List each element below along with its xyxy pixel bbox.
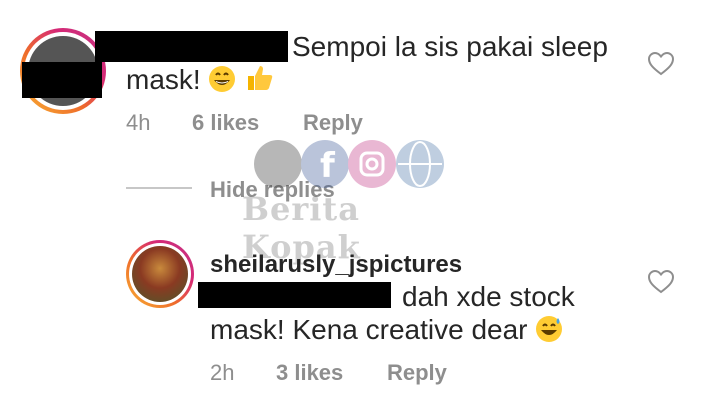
thumbs-up-emoji-icon — [244, 63, 274, 93]
redacted-avatar-bar — [22, 62, 102, 98]
reply-time: 2h — [210, 360, 235, 385]
sweat-smile-emoji-icon — [535, 315, 563, 343]
comment-1: Sempoi la sis pakai sleep mask! 4h 6 lik… — [0, 0, 715, 150]
redacted-username — [95, 31, 288, 62]
grinning-face-emoji-icon — [208, 65, 236, 93]
reply-text-continued: mask! Kena creative dear — [210, 313, 563, 347]
reply-button[interactable]: Reply — [303, 110, 363, 136]
redacted-mention — [198, 282, 391, 308]
watermark-icons: f — [254, 140, 444, 188]
comment-text-line2: mask! — [126, 64, 201, 95]
reply-like-heart-icon[interactable] — [647, 269, 675, 294]
reply-avatar[interactable] — [132, 246, 188, 302]
reply-text-line2: mask! Kena creative dear — [210, 314, 528, 345]
comment-time: 4h — [126, 110, 151, 135]
like-heart-icon[interactable] — [647, 51, 675, 76]
likes-count[interactable]: 6 likes — [192, 110, 259, 136]
reply-text: dah xde stock — [402, 281, 575, 312]
hide-replies-divider — [126, 187, 192, 189]
comment-text-continued: mask! — [126, 63, 274, 97]
comment-text: Sempoi la sis pakai sleep — [292, 31, 608, 62]
reply-comment: sheilarusly_jspictures dah xde stock mas… — [0, 230, 715, 411]
reply-reply-button[interactable]: Reply — [387, 360, 447, 386]
reply-username[interactable]: sheilarusly_jspictures — [210, 248, 462, 282]
reply-likes-count[interactable]: 3 likes — [276, 360, 343, 386]
svg-text:f: f — [320, 146, 336, 186]
